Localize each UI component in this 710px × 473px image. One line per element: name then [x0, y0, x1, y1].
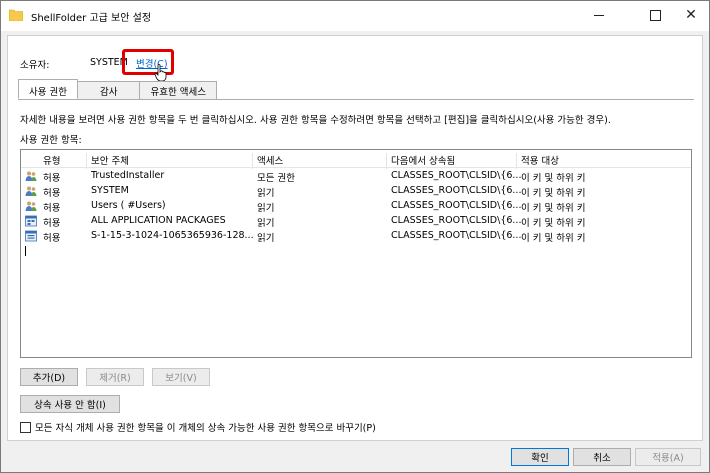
column-header-principal[interactable]: 보안 주체 [87, 153, 253, 169]
app-packages-icon [25, 215, 37, 227]
folder-icon [9, 9, 23, 21]
users-icon [25, 201, 37, 211]
column-header-applies-to[interactable]: 적용 대상 [517, 153, 617, 169]
row-type: 허용 [43, 218, 61, 229]
row-principal: ALL APPLICATION PACKAGES [91, 215, 226, 226]
row-access: 읽기 [257, 203, 275, 214]
row-type: 허용 [43, 188, 61, 199]
ok-button[interactable]: 확인 [511, 448, 569, 466]
row-applies: 이 키 및 하위 키 [521, 218, 586, 229]
tab-divider [18, 99, 694, 100]
row-applies: 이 키 및 하위 키 [521, 173, 586, 184]
table-row[interactable]: 허용 Users ( #Users) 읽기 CLASSES_ROOT\CLSID… [21, 199, 691, 214]
owner-label: 소유자: [20, 60, 50, 71]
users-icon [25, 171, 37, 181]
row-applies: 이 키 및 하위 키 [521, 188, 586, 199]
row-type: 허용 [43, 203, 61, 214]
disable-inheritance-button[interactable]: 상속 사용 안 함(I) [20, 395, 120, 413]
replace-child-permissions-option[interactable]: 모든 자식 개체 사용 권한 항목을 이 개체의 상속 가능한 사용 권한 항목… [20, 420, 376, 434]
row-type: 허용 [43, 233, 61, 244]
row-principal: Users ( #Users) [91, 200, 166, 211]
row-type: 허용 [43, 173, 61, 184]
row-inherited: CLASSES_ROOT\CLSID\{6... [391, 200, 522, 211]
title-bar[interactable]: ShellFolder 고급 보안 설정 ✕ [1, 1, 709, 31]
tab-effective-access[interactable]: 유효한 액세스 [139, 81, 217, 99]
replace-child-permissions-checkbox[interactable] [20, 421, 31, 433]
row-access: 읽기 [257, 233, 275, 244]
tab-strip: 사용 권한 감사 유효한 액세스 [18, 79, 217, 99]
row-principal: TrustedInstaller [91, 170, 165, 181]
window-title: ShellFolder 고급 보안 설정 [31, 13, 152, 24]
advanced-security-window: ShellFolder 고급 보안 설정 ✕ 소유자: SYSTEM 변경(C)… [0, 0, 710, 473]
table-row[interactable]: 허용 S-1-15-3-1024-1065365936-128... 읽기 CL… [21, 229, 691, 244]
permission-entries-label: 사용 권한 항목: [20, 135, 82, 146]
minimize-button[interactable] [577, 1, 621, 29]
remove-button[interactable]: 제거(R) [86, 368, 144, 386]
content-panel: 소유자: SYSTEM 변경(C) 사용 권한 감사 유효한 액세스 자세한 내… [7, 35, 703, 441]
row-inherited: CLASSES_ROOT\CLSID\{6... [391, 215, 522, 226]
table-row[interactable]: 허용 SYSTEM 읽기 CLASSES_ROOT\CLSID\{6... 이 … [21, 184, 691, 199]
row-principal: S-1-15-3-1024-1065365936-128... [91, 230, 254, 241]
row-principal: SYSTEM [91, 185, 129, 196]
table-row[interactable]: 허용 ALL APPLICATION PACKAGES 읽기 CLASSES_R… [21, 214, 691, 229]
row-inherited: CLASSES_ROOT\CLSID\{6... [391, 170, 522, 181]
column-header-access[interactable]: 액세스 [253, 153, 387, 169]
users-icon [25, 186, 37, 196]
replace-child-permissions-label: 모든 자식 개체 사용 권한 항목을 이 개체의 상속 가능한 사용 권한 항목… [35, 423, 376, 434]
row-access: 읽기 [257, 188, 275, 199]
close-button[interactable]: ✕ [669, 1, 710, 29]
text-caret [25, 246, 26, 256]
add-button[interactable]: 추가(D) [20, 368, 78, 386]
app-package-sid-icon [25, 230, 37, 242]
instructions-text: 자세한 내용을 보려면 사용 권한 항목을 두 번 클릭하십시오. 사용 권한 … [20, 115, 611, 126]
close-icon: ✕ [685, 7, 697, 23]
row-inherited: CLASSES_ROOT\CLSID\{6... [391, 185, 522, 196]
row-access: 읽기 [257, 218, 275, 229]
view-button[interactable]: 보기(V) [152, 368, 210, 386]
table-row[interactable]: 허용 TrustedInstaller 모든 권한 CLASSES_ROOT\C… [21, 169, 691, 184]
cancel-button[interactable]: 취소 [573, 448, 631, 466]
row-inherited: CLASSES_ROOT\CLSID\{6... [391, 230, 522, 241]
row-applies: 이 키 및 하위 키 [521, 203, 586, 214]
list-header: 유형 보안 주체 액세스 다음에서 상속됨 적용 대상 [21, 150, 691, 169]
row-access: 모든 권한 [257, 173, 295, 184]
permission-entries-list[interactable]: 유형 보안 주체 액세스 다음에서 상속됨 적용 대상 허용 TrustedIn… [20, 149, 692, 358]
row-applies: 이 키 및 하위 키 [521, 233, 586, 244]
tab-auditing[interactable]: 감사 [76, 81, 141, 99]
column-header-type[interactable]: 유형 [39, 153, 87, 169]
hand-cursor-icon [154, 64, 167, 82]
column-header-inherited-from[interactable]: 다음에서 상속됨 [387, 153, 517, 169]
apply-button[interactable]: 적용(A) [635, 448, 701, 466]
tab-permissions[interactable]: 사용 권한 [18, 79, 78, 99]
